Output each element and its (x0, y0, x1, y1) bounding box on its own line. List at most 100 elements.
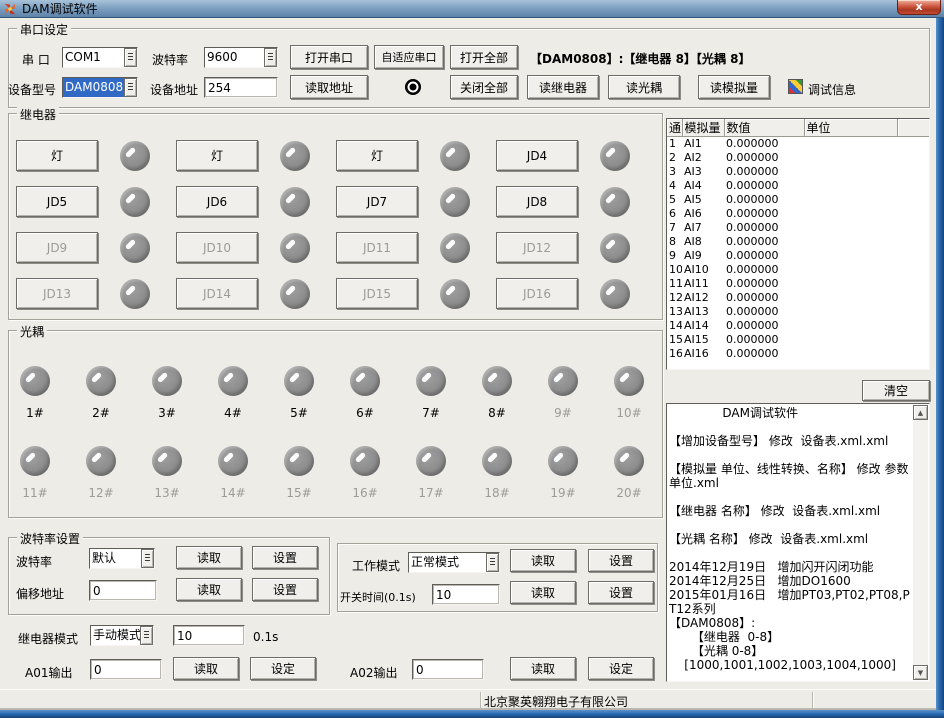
dropdown-arrow-icon[interactable] (124, 48, 137, 67)
opto-channel-label-1: 1# (26, 406, 44, 420)
analog-table-row[interactable]: 13AI130.000000 (667, 305, 930, 319)
ao1-read-button[interactable]: 读取 (173, 657, 239, 680)
analog-table-row[interactable]: 11AI110.000000 (667, 277, 930, 291)
analog-table-row[interactable]: 8AI80.000000 (667, 235, 930, 249)
relay-mode-unit-label: 0.1s (253, 630, 278, 644)
analog-table-row[interactable]: 3AI30.000000 (667, 165, 930, 179)
ao1-input[interactable] (90, 659, 162, 680)
analog-table-row[interactable]: 12AI120.000000 (667, 291, 930, 305)
opto-cell: 10# (596, 366, 662, 420)
app-window: DAM调试软件 x 串口设定 串 口 COM1 波特率 9600 打开串口 自适… (0, 0, 944, 718)
relay-button-2[interactable]: 灯 (176, 140, 258, 171)
relay-mode-combobox[interactable]: 手动模式 (90, 625, 154, 646)
work-mode-read-button[interactable]: 读取 (510, 549, 576, 572)
log-scrollbar[interactable]: ▲ ▼ (913, 405, 928, 680)
port-combobox[interactable]: COM1 (62, 47, 138, 68)
clear-log-button[interactable]: 清空 (862, 380, 930, 401)
dropdown-arrow-icon[interactable] (124, 78, 137, 97)
open-port-button[interactable]: 打开串口 (290, 45, 368, 69)
analog-table-row[interactable]: 5AI50.000000 (667, 193, 930, 207)
relay-button-3[interactable]: 灯 (336, 140, 418, 171)
switch-time-set-button[interactable]: 设置 (588, 581, 654, 604)
ao2-read-button[interactable]: 读取 (510, 657, 576, 680)
analog-table-row[interactable]: 7AI70.000000 (667, 221, 930, 235)
analog-column-header[interactable]: 数值 (724, 119, 804, 137)
relay-button-7[interactable]: JD7 (336, 186, 418, 217)
read-relay-button[interactable]: 读继电器 (527, 75, 599, 99)
dropdown-arrow-icon[interactable] (486, 553, 499, 572)
analog-column-header[interactable] (897, 119, 930, 137)
baud-setting-combobox[interactable]: 默认 (89, 548, 155, 569)
analog-table-row[interactable]: 2AI20.000000 (667, 151, 930, 165)
window-right-border (936, 18, 944, 718)
opto-led-icon-5 (284, 366, 314, 396)
relay-led-icon-10 (280, 233, 310, 263)
offset-set-button[interactable]: 设置 (252, 578, 318, 601)
close-all-button[interactable]: 关闭全部 (450, 75, 518, 99)
opto-channel-label-14: 14# (220, 486, 245, 500)
opto-channel-label-12: 12# (88, 486, 113, 500)
scroll-down-icon[interactable]: ▼ (913, 665, 928, 680)
relay-button-5[interactable]: JD5 (16, 186, 98, 217)
relay-button-13: JD13 (16, 278, 98, 309)
analog-table-row[interactable]: 6AI60.000000 (667, 207, 930, 221)
status-bar: 北京聚英翱翔电子有限公司 (0, 689, 936, 710)
address-input[interactable] (204, 77, 278, 98)
ao1-set-button[interactable]: 设定 (250, 657, 316, 680)
read-opto-button[interactable]: 读光耦 (608, 75, 680, 99)
opto-channel-label-6: 6# (356, 406, 374, 420)
analog-column-header[interactable]: 通 (667, 119, 682, 137)
opto-led-icon-11 (20, 446, 50, 476)
work-mode-set-button[interactable]: 设置 (588, 549, 654, 572)
ao2-input[interactable] (412, 659, 484, 680)
dropdown-arrow-icon[interactable] (141, 549, 154, 568)
relay-mode-time-input[interactable] (173, 625, 245, 646)
baud-combobox[interactable]: 9600 (204, 47, 278, 68)
work-mode-value: 正常模式 (409, 553, 486, 572)
opto-group-title: 光耦 (17, 323, 47, 340)
relay-cell: JD12 (496, 232, 656, 263)
work-mode-combobox[interactable]: 正常模式 (408, 552, 500, 573)
relay-cell: JD8 (496, 186, 656, 217)
offset-input[interactable] (89, 580, 157, 601)
baud-set-button[interactable]: 设置 (252, 546, 318, 569)
ao2-set-button[interactable]: 设定 (588, 657, 654, 680)
ao1-label: A01输出 (25, 664, 72, 681)
relay-button-8[interactable]: JD8 (496, 186, 578, 217)
opto-channel-label-18: 18# (484, 486, 509, 500)
analog-table-row[interactable]: 10AI100.000000 (667, 263, 930, 277)
relay-button-1[interactable]: 灯 (16, 140, 98, 171)
read-analog-button[interactable]: 读模拟量 (698, 75, 770, 99)
relay-cell: JD11 (336, 232, 496, 263)
analog-table-row[interactable]: 15AI150.000000 (667, 333, 930, 347)
switch-time-read-button[interactable]: 读取 (510, 581, 576, 604)
relay-button-6[interactable]: JD6 (176, 186, 258, 217)
analog-table-row[interactable]: 1AI10.000000 (667, 137, 930, 151)
analog-table-row[interactable]: 14AI140.000000 (667, 319, 930, 333)
switch-time-input[interactable] (432, 584, 500, 605)
scroll-up-icon[interactable]: ▲ (913, 405, 928, 420)
model-combobox[interactable]: DAM0808 (62, 77, 138, 98)
analog-table-row[interactable]: 16AI160.000000 (667, 347, 930, 361)
baud-read-button[interactable]: 读取 (176, 546, 242, 569)
analog-column-header[interactable]: 单位 (804, 119, 897, 137)
log-text[interactable]: DAM调试软件 【增加设备型号】 修改 设备表.xml.xml 【模拟量 单位、… (669, 406, 912, 679)
opto-cell: 19# (530, 446, 596, 500)
analog-table-row[interactable]: 9AI90.000000 (667, 249, 930, 263)
baud-combobox-value: 9600 (205, 48, 264, 67)
opto-led-icon-9 (548, 366, 578, 396)
analog-table-header: 通模拟量数值单位 (667, 119, 930, 137)
analog-column-header[interactable]: 模拟量 (682, 119, 724, 137)
close-button[interactable]: x (897, 0, 941, 15)
status-separator (812, 692, 813, 708)
opto-led-icon-13 (152, 446, 182, 476)
read-address-button[interactable]: 读取地址 (290, 75, 368, 99)
open-all-button[interactable]: 打开全部 (450, 45, 518, 69)
window-title: DAM调试软件 (22, 0, 98, 17)
offset-read-button[interactable]: 读取 (176, 578, 242, 601)
dropdown-arrow-icon[interactable] (140, 626, 153, 645)
dropdown-arrow-icon[interactable] (264, 48, 277, 67)
adaptive-port-button[interactable]: 自适应串口 (374, 45, 444, 69)
relay-button-4[interactable]: JD4 (496, 140, 578, 171)
analog-table-row[interactable]: 4AI40.000000 (667, 179, 930, 193)
